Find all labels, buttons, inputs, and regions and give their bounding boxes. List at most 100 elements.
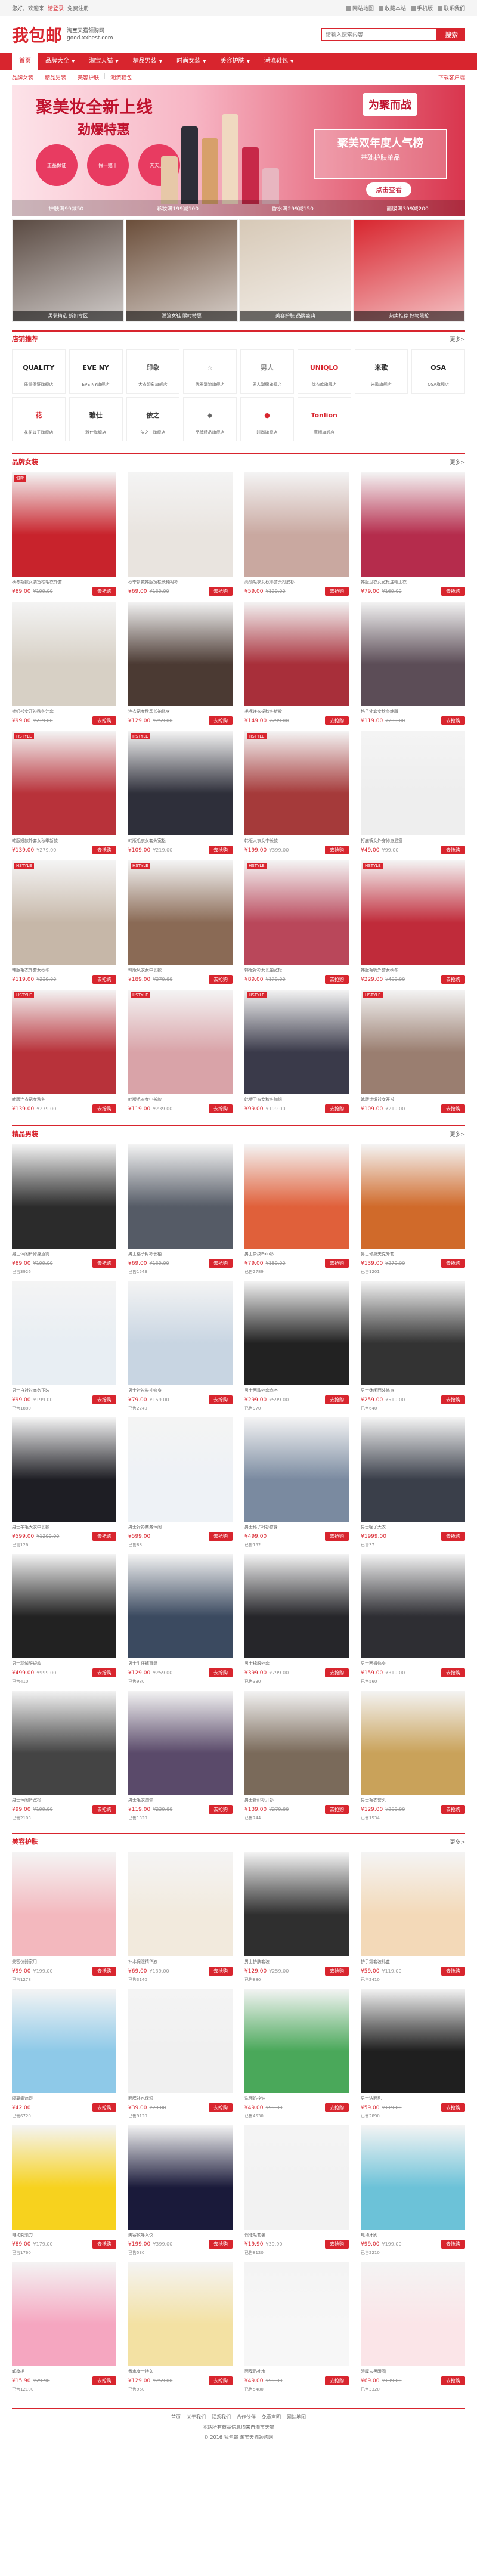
buy-button[interactable]: 去抢购 bbox=[441, 1104, 465, 1113]
product-card[interactable]: 男士羊毛大衣中长款 ¥599.00 ¥1299.00 去抢购 已售126 bbox=[12, 1417, 116, 1548]
product-card[interactable]: 男士白衬衫商务正装 ¥99.00 ¥199.00 去抢购 已售1880 bbox=[12, 1281, 116, 1411]
product-image[interactable] bbox=[361, 1852, 465, 1956]
product-card[interactable]: 男士棉服外套 ¥399.00 ¥799.00 去抢购 已售330 bbox=[244, 1554, 349, 1685]
buy-button[interactable]: 去抢购 bbox=[441, 716, 465, 725]
product-image[interactable] bbox=[361, 1690, 465, 1795]
buy-button[interactable]: 去抢购 bbox=[92, 846, 116, 854]
nav-item[interactable]: 时尚女装 ▼ bbox=[169, 53, 213, 70]
breadcrumb-item[interactable]: 品牌女装 bbox=[12, 73, 33, 81]
product-card[interactable]: HSTYLE 韩版连衣裙女秋冬 ¥139.00 ¥279.00 去抢购 bbox=[12, 990, 116, 1113]
product-title[interactable]: 打底裤女外穿修身显瘦 bbox=[361, 838, 465, 844]
buy-button[interactable]: 去抢购 bbox=[92, 2376, 116, 2385]
buy-button[interactable]: 去抢购 bbox=[209, 846, 233, 854]
product-image[interactable] bbox=[244, 1144, 349, 1249]
product-image[interactable]: HSTYLE bbox=[12, 990, 116, 1094]
buy-button[interactable]: 去抢购 bbox=[209, 1668, 233, 1677]
product-image[interactable] bbox=[361, 472, 465, 577]
promo-tile[interactable]: 热卖推荐 好物限抢 bbox=[352, 219, 465, 322]
footer-link[interactable]: 合作伙伴 bbox=[237, 2414, 256, 2420]
product-title[interactable]: 男士条纹Polo衫 bbox=[244, 1251, 349, 1257]
footer-link[interactable]: 网站地图 bbox=[287, 2414, 306, 2420]
product-title[interactable]: 秋冬新款女装宽松毛衣外套 bbox=[12, 579, 116, 585]
product-image[interactable] bbox=[361, 1554, 465, 1658]
buy-button[interactable]: 去抢购 bbox=[325, 975, 349, 984]
buy-button[interactable]: 去抢购 bbox=[325, 1668, 349, 1677]
product-image[interactable]: HSTYLE bbox=[244, 990, 349, 1094]
product-title[interactable]: 针织衫女开衫秋冬外套 bbox=[12, 708, 116, 714]
product-card[interactable]: 男士毛衣套头 ¥129.00 ¥259.00 去抢购 已售1534 bbox=[361, 1690, 465, 1821]
brand-tile[interactable]: 米歌 米歌旗舰店 bbox=[354, 349, 408, 394]
buy-button[interactable]: 去抢购 bbox=[209, 1104, 233, 1113]
buy-button[interactable]: 去抢购 bbox=[209, 1805, 233, 1814]
more-link[interactable]: 更多> bbox=[450, 335, 465, 343]
product-image[interactable] bbox=[128, 1281, 233, 1385]
product-image[interactable] bbox=[12, 2125, 116, 2230]
brand-tile[interactable]: 依之 依之一旗舰店 bbox=[126, 397, 180, 441]
buy-button[interactable]: 去抢购 bbox=[92, 2103, 116, 2112]
product-title[interactable]: 韩版针织衫女开衫 bbox=[361, 1097, 465, 1103]
buy-button[interactable]: 去抢购 bbox=[441, 975, 465, 984]
product-image[interactable] bbox=[128, 1417, 233, 1522]
product-image[interactable] bbox=[244, 2125, 349, 2230]
product-title[interactable]: 男士羊毛大衣中长款 bbox=[12, 1524, 116, 1530]
product-title[interactable]: 美容仪器家用 bbox=[12, 1959, 116, 1965]
product-card[interactable]: 男士西装外套商务 ¥299.00 ¥599.00 去抢购 已售970 bbox=[244, 1281, 349, 1411]
product-card[interactable]: 针织衫女开衫秋冬外套 ¥99.00 ¥219.00 去抢购 bbox=[12, 602, 116, 725]
breadcrumb-item[interactable]: 潮流鞋包 bbox=[110, 73, 132, 81]
product-card[interactable]: HSTYLE 韩版风衣女中长款 ¥189.00 ¥379.00 去抢购 bbox=[128, 860, 233, 984]
banner-strip-item[interactable]: 香水满299减150 bbox=[272, 205, 314, 212]
more-link[interactable]: 更多> bbox=[450, 458, 465, 466]
product-title[interactable]: 男士羽绒服短款 bbox=[12, 1661, 116, 1667]
buy-button[interactable]: 去抢购 bbox=[441, 1259, 465, 1268]
footer-link[interactable]: 关于我们 bbox=[187, 2414, 206, 2420]
product-image[interactable] bbox=[128, 1852, 233, 1956]
buy-button[interactable]: 去抢购 bbox=[92, 587, 116, 596]
product-title[interactable]: 男士针织衫开衫 bbox=[244, 1797, 349, 1803]
banner-strip-item[interactable]: 护肤满99减50 bbox=[48, 205, 83, 212]
product-title[interactable]: 香水女士持久 bbox=[128, 2368, 233, 2374]
product-image[interactable] bbox=[12, 1554, 116, 1658]
product-title[interactable]: 美容仪导入仪 bbox=[128, 2232, 233, 2238]
product-card[interactable]: HSTYLE 韩版衬衫女长袖宽松 ¥89.00 ¥179.00 去抢购 bbox=[244, 860, 349, 984]
buy-button[interactable]: 去抢购 bbox=[92, 1967, 116, 1976]
topbar-link[interactable]: 手机版 bbox=[410, 4, 433, 12]
product-image[interactable]: HSTYLE bbox=[128, 731, 233, 835]
product-card[interactable]: 男士条纹Polo衫 ¥79.00 ¥159.00 去抢购 已售2789 bbox=[244, 1144, 349, 1275]
buy-button[interactable]: 去抢购 bbox=[325, 1967, 349, 1976]
breadcrumb-item[interactable]: 美容护肤 bbox=[78, 73, 99, 81]
product-title[interactable]: 韩版风衣女中长款 bbox=[128, 967, 233, 973]
buy-button[interactable]: 去抢购 bbox=[441, 846, 465, 854]
footer-link[interactable]: 联系我们 bbox=[212, 2414, 231, 2420]
buy-button[interactable]: 去抢购 bbox=[325, 846, 349, 854]
product-title[interactable]: 男士毛衣圆领 bbox=[128, 1797, 233, 1803]
brand-tile[interactable]: QUALITY 质量保证旗舰店 bbox=[12, 349, 66, 394]
product-card[interactable]: 毛呢连衣裙秋冬新款 ¥149.00 ¥299.00 去抢购 bbox=[244, 602, 349, 725]
product-card[interactable]: HSTYLE 韩版毛衣女中长款 ¥119.00 ¥239.00 去抢购 bbox=[128, 990, 233, 1113]
product-image[interactable] bbox=[12, 1281, 116, 1385]
buy-button[interactable]: 去抢购 bbox=[209, 1532, 233, 1541]
buy-button[interactable]: 去抢购 bbox=[92, 1395, 116, 1404]
footer-link[interactable]: 免责声明 bbox=[262, 2414, 281, 2420]
product-card[interactable]: 男士洁面乳 ¥59.00 ¥119.00 去抢购 已售2890 bbox=[361, 1989, 465, 2119]
buy-button[interactable]: 去抢购 bbox=[209, 1259, 233, 1268]
product-title[interactable]: 韩版卫衣女宽松连帽上衣 bbox=[361, 579, 465, 585]
buy-button[interactable]: 去抢购 bbox=[325, 2240, 349, 2249]
product-title[interactable]: 洗面奶控油 bbox=[244, 2095, 349, 2101]
product-title[interactable]: 男士休闲裤修身直筒 bbox=[12, 1251, 116, 1257]
product-title[interactable]: 假睫毛套装 bbox=[244, 2232, 349, 2238]
nav-item[interactable]: 品牌大全 ▼ bbox=[38, 53, 82, 70]
buy-button[interactable]: 去抢购 bbox=[209, 975, 233, 984]
brand-tile[interactable]: ☆ 优雅潮流旗舰店 bbox=[183, 349, 237, 394]
product-title[interactable]: 男士格子衬衫长袖 bbox=[128, 1251, 233, 1257]
buy-button[interactable]: 去抢购 bbox=[92, 2240, 116, 2249]
product-title[interactable]: 护手霜套装礼盒 bbox=[361, 1959, 465, 1965]
hero-banner[interactable]: 聚美妆全新上线 劲爆特惠 正品保证 假一赔十 天天上新 为聚而战 聚美双年度人气… bbox=[12, 85, 465, 216]
product-image[interactable] bbox=[361, 2262, 465, 2366]
product-card[interactable]: 男士护肤套装 ¥129.00 ¥259.00 去抢购 已售880 bbox=[244, 1852, 349, 1983]
product-image[interactable] bbox=[128, 602, 233, 706]
brand-tile[interactable]: EVE NY EVE NY旗舰店 bbox=[69, 349, 123, 394]
product-title[interactable]: 隔离霜遮瑕 bbox=[12, 2095, 116, 2101]
product-image[interactable] bbox=[361, 1144, 465, 1249]
product-card[interactable]: 香水女士持久 ¥129.00 ¥259.00 去抢购 已售960 bbox=[128, 2262, 233, 2392]
nav-item[interactable]: 潮流鞋包 ▼ bbox=[257, 53, 301, 70]
